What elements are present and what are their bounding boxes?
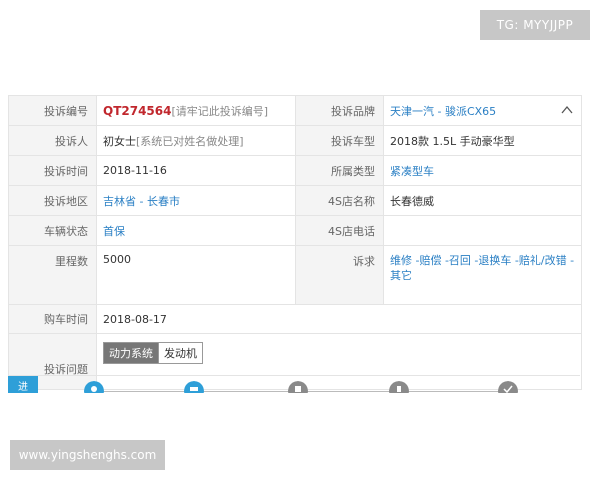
check-step-icon [498,381,518,393]
type-label: 所属类型 [296,156,383,185]
id-value-cell: QT274564 [请牢记此投诉编号] [96,96,296,125]
complaint-detail-card: 投诉编号 QT274564 [请牢记此投诉编号] 投诉品牌 天津一汽 - 骏派C… [8,95,582,390]
row-region-dealer: 投诉地区 吉林省 - 长春市 4S店名称 长春德威 [9,186,581,216]
watermark-top: TG: MYYJJPP [480,10,590,40]
thumb-step-icon [389,381,409,393]
demand-links[interactable]: 维修 -赔偿 -召回 -退换车 -赔礼/改错 -其它 [390,253,575,283]
mileage-value: 5000 [96,246,296,304]
dealer-label: 4S店名称 [296,186,383,215]
issue-tags: 动力系统 发动机 [103,342,203,364]
row-mileage-demand: 里程数 5000 诉求 维修 -赔偿 -召回 -退换车 -赔礼/改错 -其它 [9,246,581,305]
status-value-cell: 首保 [96,216,296,245]
document-step-icon [288,381,308,393]
time-value: 2018-11-16 [96,156,296,185]
row-time-type: 投诉时间 2018-11-16 所属类型 紧凑型车 [9,156,581,186]
time-label: 投诉时间 [9,156,96,185]
demand-label: 诉求 [296,246,383,304]
row-status-phone: 车辆状态 首保 4S店电话 [9,216,581,246]
row-purchase: 购车时间 2018-08-17 [9,305,581,334]
watermark-bottom: www.yingshenghs.com [10,440,165,470]
location-step-icon [84,381,104,393]
model-label: 投诉车型 [296,126,383,155]
id-label: 投诉编号 [9,96,96,125]
status-link[interactable]: 首保 [103,223,125,239]
dealer-phone-label: 4S店电话 [296,216,383,245]
issue-tag-primary[interactable]: 动力系统 [104,343,158,363]
brand-value-cell: 天津一汽 - 骏派CX65 [383,96,581,125]
purchase-label: 购车时间 [9,305,96,333]
progress-tab[interactable]: 进 [8,376,38,393]
type-value-cell: 紧凑型车 [383,156,581,185]
purchase-value: 2018-08-17 [96,305,581,333]
complainant-name: 初女士 [103,134,136,148]
chevron-up-icon[interactable] [561,104,573,116]
row-complainant-model: 投诉人 初女士 [系统已对姓名做处理] 投诉车型 2018款 1.5L 手动豪华… [9,126,581,156]
dealer-value: 长春德威 [383,186,581,215]
region-link[interactable]: 吉林省 - 长春市 [103,193,180,209]
complaint-id: QT274564 [103,103,172,118]
type-link[interactable]: 紧凑型车 [390,163,434,179]
printer-step-icon [184,381,204,393]
progress-steps: 进 [8,375,580,393]
brand-link[interactable]: 天津一汽 - 骏派CX65 [390,103,496,119]
dealer-phone-value [383,216,581,245]
brand-label: 投诉品牌 [296,96,383,125]
status-label: 车辆状态 [9,216,96,245]
model-value: 2018款 1.5L 手动豪华型 [383,126,581,155]
mileage-label: 里程数 [9,246,96,304]
complainant-value-cell: 初女士 [系统已对姓名做处理] [96,126,296,155]
row-id-brand: 投诉编号 QT274564 [请牢记此投诉编号] 投诉品牌 天津一汽 - 骏派C… [9,96,581,126]
region-value-cell: 吉林省 - 长春市 [96,186,296,215]
complainant-label: 投诉人 [9,126,96,155]
demand-value-cell: 维修 -赔偿 -召回 -退换车 -赔礼/改错 -其它 [383,246,581,304]
region-label: 投诉地区 [9,186,96,215]
complaint-id-note: [请牢记此投诉编号] [171,104,269,118]
complainant-note: [系统已对姓名做处理] [136,134,244,148]
issue-tag-secondary[interactable]: 发动机 [158,343,202,363]
